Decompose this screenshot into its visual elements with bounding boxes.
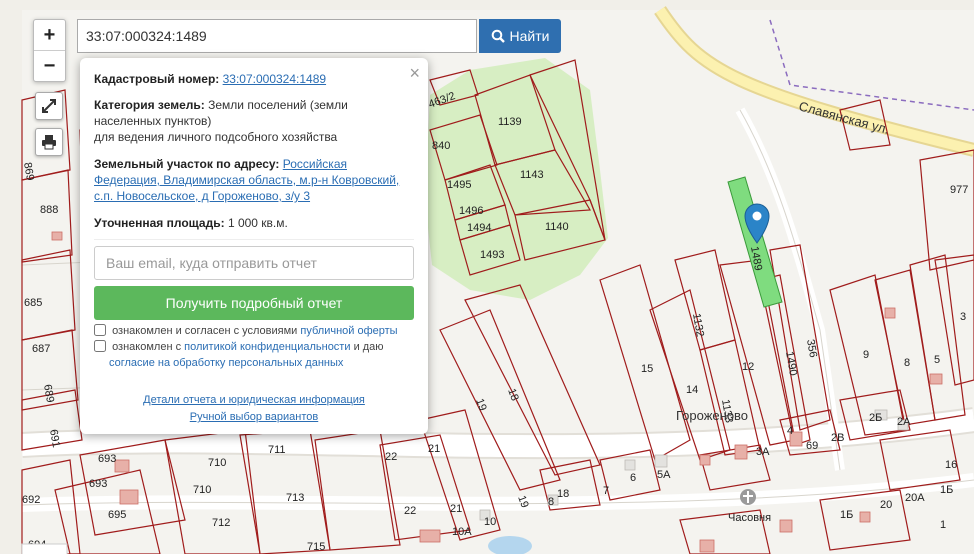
parcel-label: 693	[98, 453, 116, 465]
parcel-label: 711	[268, 444, 286, 456]
offer-link[interactable]: публичной оферты	[300, 325, 397, 337]
chapel-label: Часовня	[728, 512, 771, 524]
parcel-label: 1Б	[840, 509, 853, 521]
cadastral-label: Кадастровый номер:	[94, 72, 220, 86]
parcel-label: 12	[742, 361, 754, 373]
area-value: 1 000 кв.м.	[227, 216, 288, 230]
parcel-label: 1496	[459, 205, 483, 217]
parcel-label: 1493	[480, 249, 504, 261]
parcel-label: 685	[24, 297, 42, 309]
area-row: Уточненная площадь: 1 000 кв.м.	[94, 215, 414, 231]
parcel-label: 10А	[452, 526, 472, 538]
parcel-label: 22	[404, 505, 416, 517]
parcel-label: 1140	[545, 221, 569, 233]
print-icon	[42, 135, 56, 150]
parcel-label: 2А	[897, 416, 911, 428]
zoom-out-button[interactable]: −	[34, 51, 65, 81]
parcel-label: 21	[428, 443, 440, 455]
cadastral-link[interactable]: 33:07:000324:1489	[223, 72, 326, 86]
parcel-label: 9	[863, 349, 869, 361]
consent-privacy-text2: и даю	[353, 341, 384, 353]
fullscreen-button[interactable]	[35, 92, 63, 120]
parcel-label: 710	[208, 457, 226, 469]
parcel-label: 22	[385, 451, 397, 463]
consent-privacy: ознакомлен с политикой конфиденциальност…	[94, 339, 394, 371]
divider	[94, 239, 414, 240]
parcel-label: 21	[450, 503, 462, 515]
parcel-label: 10	[484, 516, 496, 528]
parcel-label: 1Б	[940, 484, 953, 496]
parcel-label: 8	[548, 496, 554, 508]
parcel-label: 687	[32, 343, 50, 355]
parcel-label: 5	[934, 354, 940, 366]
parcel-label: 14	[686, 384, 698, 396]
parcel-label: 1139	[498, 116, 522, 128]
parcel-label: 1	[940, 519, 946, 531]
parcel-label: 1143	[520, 169, 544, 181]
parcel-label: 4	[787, 425, 793, 437]
get-report-button[interactable]: Получить подробный отчет	[94, 286, 414, 320]
parcel-label: 888	[40, 204, 58, 216]
parcel-popup: × Кадастровый номер: 33:07:000324:1489 К…	[80, 58, 428, 434]
village-label: Гороженово	[676, 408, 748, 423]
parcel-label: 20	[880, 499, 892, 511]
parcel-label: 8	[904, 357, 910, 369]
privacy-link[interactable]: политикой конфиденциальности	[184, 341, 350, 353]
details-link[interactable]: Детали отчета и юридическая информация	[143, 394, 365, 406]
parcel-label: 840	[432, 140, 450, 152]
manual-row: Ручной выбор вариантов	[80, 411, 428, 423]
parcel-label: 69	[806, 440, 818, 452]
category-row: Категория земель: Земли поселений (земли…	[94, 97, 414, 145]
find-button[interactable]: Найти	[479, 19, 561, 53]
address-row: Земельный участок по адресу: Российская …	[94, 156, 414, 204]
consent-offer-text: ознакомлен и согласен с условиями	[112, 325, 298, 337]
parcel-label: 2В	[831, 432, 844, 444]
parcel-label: 3	[960, 311, 966, 323]
parcel-label: 18	[557, 488, 569, 500]
search-icon	[491, 29, 505, 43]
parcel-label: 715	[307, 541, 325, 553]
parcel-label: 692	[22, 494, 40, 506]
address-label: Земельный участок по адресу:	[94, 157, 280, 171]
privacy-checkbox[interactable]	[94, 340, 106, 352]
parcel-label: 5А	[657, 469, 671, 481]
fullscreen-icon	[42, 99, 56, 113]
parcel-label: 1495	[447, 179, 471, 191]
parcel-label: 7	[603, 485, 609, 497]
parcel-label: 20А	[905, 492, 925, 504]
parcel-label: 695	[108, 509, 126, 521]
manual-selection-link[interactable]: Ручной выбор вариантов	[190, 411, 318, 423]
category-label: Категория земель:	[94, 98, 205, 112]
chapel-icon	[740, 489, 756, 505]
parcel-label: 1494	[467, 222, 491, 234]
parcel-label: 713	[286, 492, 304, 504]
offer-checkbox[interactable]	[94, 324, 106, 336]
zoom-control: + −	[33, 19, 66, 82]
print-button[interactable]	[35, 128, 63, 156]
consent-privacy-text: ознакомлен с	[112, 341, 182, 353]
details-row: Детали отчета и юридическая информация	[80, 394, 428, 406]
find-button-label: Найти	[509, 28, 550, 44]
area-label: Уточненная площадь:	[94, 216, 225, 230]
personal-data-link[interactable]: согласие на обработку персональных данны…	[109, 357, 343, 369]
zoom-in-button[interactable]: +	[34, 20, 65, 50]
search-input[interactable]	[77, 19, 477, 53]
parcel-label: 693	[89, 478, 107, 490]
parcel-label: 6	[630, 472, 636, 484]
usage-value: для ведения личного подсобного хозяйства	[94, 130, 338, 144]
email-field[interactable]	[94, 246, 414, 280]
parcel-label: 16	[945, 459, 957, 471]
consent-offer: ознакомлен и согласен с условиями публич…	[94, 323, 398, 339]
parcel-label: 3А	[756, 446, 770, 458]
parcel-label: 710	[193, 484, 211, 496]
cadastral-row: Кадастровый номер: 33:07:000324:1489	[94, 71, 414, 87]
parcel-label: 2Б	[869, 412, 882, 424]
parcel-label: 977	[950, 184, 968, 196]
parcel-label: 15	[641, 363, 653, 375]
parcel-label: 712	[212, 517, 230, 529]
